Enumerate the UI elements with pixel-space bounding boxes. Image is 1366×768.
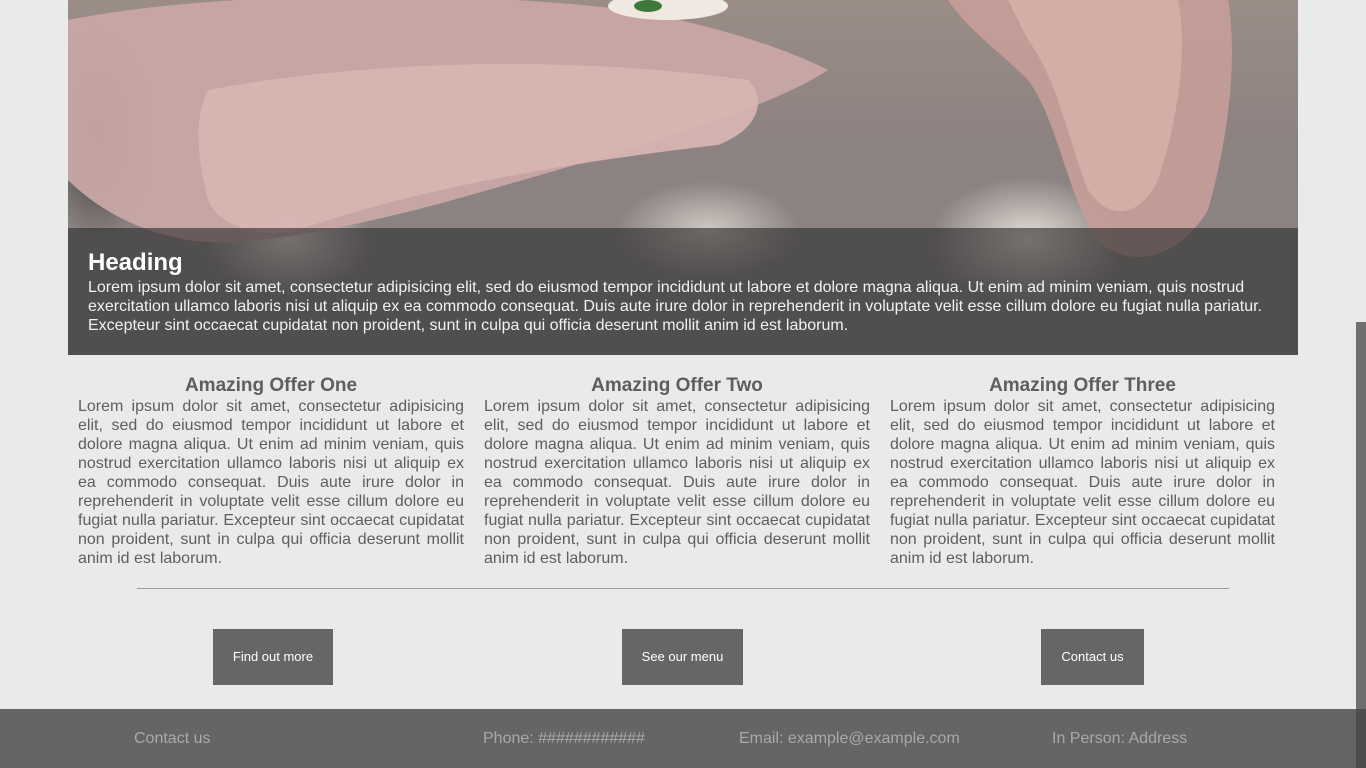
footer-email[interactable]: Email: example@example.com bbox=[739, 729, 960, 748]
hero-banner: Heading Lorem ipsum dolor sit amet, cons… bbox=[68, 0, 1298, 355]
offer-body: Lorem ipsum dolor sit amet, consectetur … bbox=[78, 398, 464, 567]
offer-card-one: Amazing Offer One Lorem ipsum dolor sit … bbox=[78, 375, 464, 568]
see-our-menu-button[interactable]: See our menu bbox=[622, 629, 743, 685]
footer-phone: Phone: ############ bbox=[483, 730, 645, 747]
offer-title: Amazing Offer Two bbox=[591, 375, 763, 396]
offer-body: Lorem ipsum dolor sit amet, consectetur … bbox=[890, 398, 1275, 567]
footer-contact-label: Contact us bbox=[134, 730, 211, 747]
offer-card-three: Amazing Offer Three Lorem ipsum dolor si… bbox=[890, 375, 1275, 568]
footer-address: In Person: Address bbox=[1052, 730, 1188, 747]
hero-heading: Heading bbox=[88, 249, 183, 276]
hero-body: Lorem ipsum dolor sit amet, consectetur … bbox=[88, 279, 1262, 334]
contact-us-button[interactable]: Contact us bbox=[1041, 629, 1144, 685]
offer-title: Amazing Offer Three bbox=[989, 375, 1176, 396]
find-out-more-button[interactable]: Find out more bbox=[213, 629, 333, 685]
hero-caption: Heading Lorem ipsum dolor sit amet, cons… bbox=[68, 228, 1298, 355]
scrollbar-thumb[interactable] bbox=[1356, 709, 1366, 768]
offer-title: Amazing Offer One bbox=[184, 375, 358, 396]
section-divider bbox=[137, 588, 1229, 589]
offer-body: Lorem ipsum dolor sit amet, consectetur … bbox=[484, 398, 870, 567]
footer: Contact us Phone: ############ Email: ex… bbox=[0, 709, 1366, 768]
page-scrollbar[interactable] bbox=[1356, 322, 1366, 768]
offer-card-two: Amazing Offer Two Lorem ipsum dolor sit … bbox=[484, 375, 870, 568]
